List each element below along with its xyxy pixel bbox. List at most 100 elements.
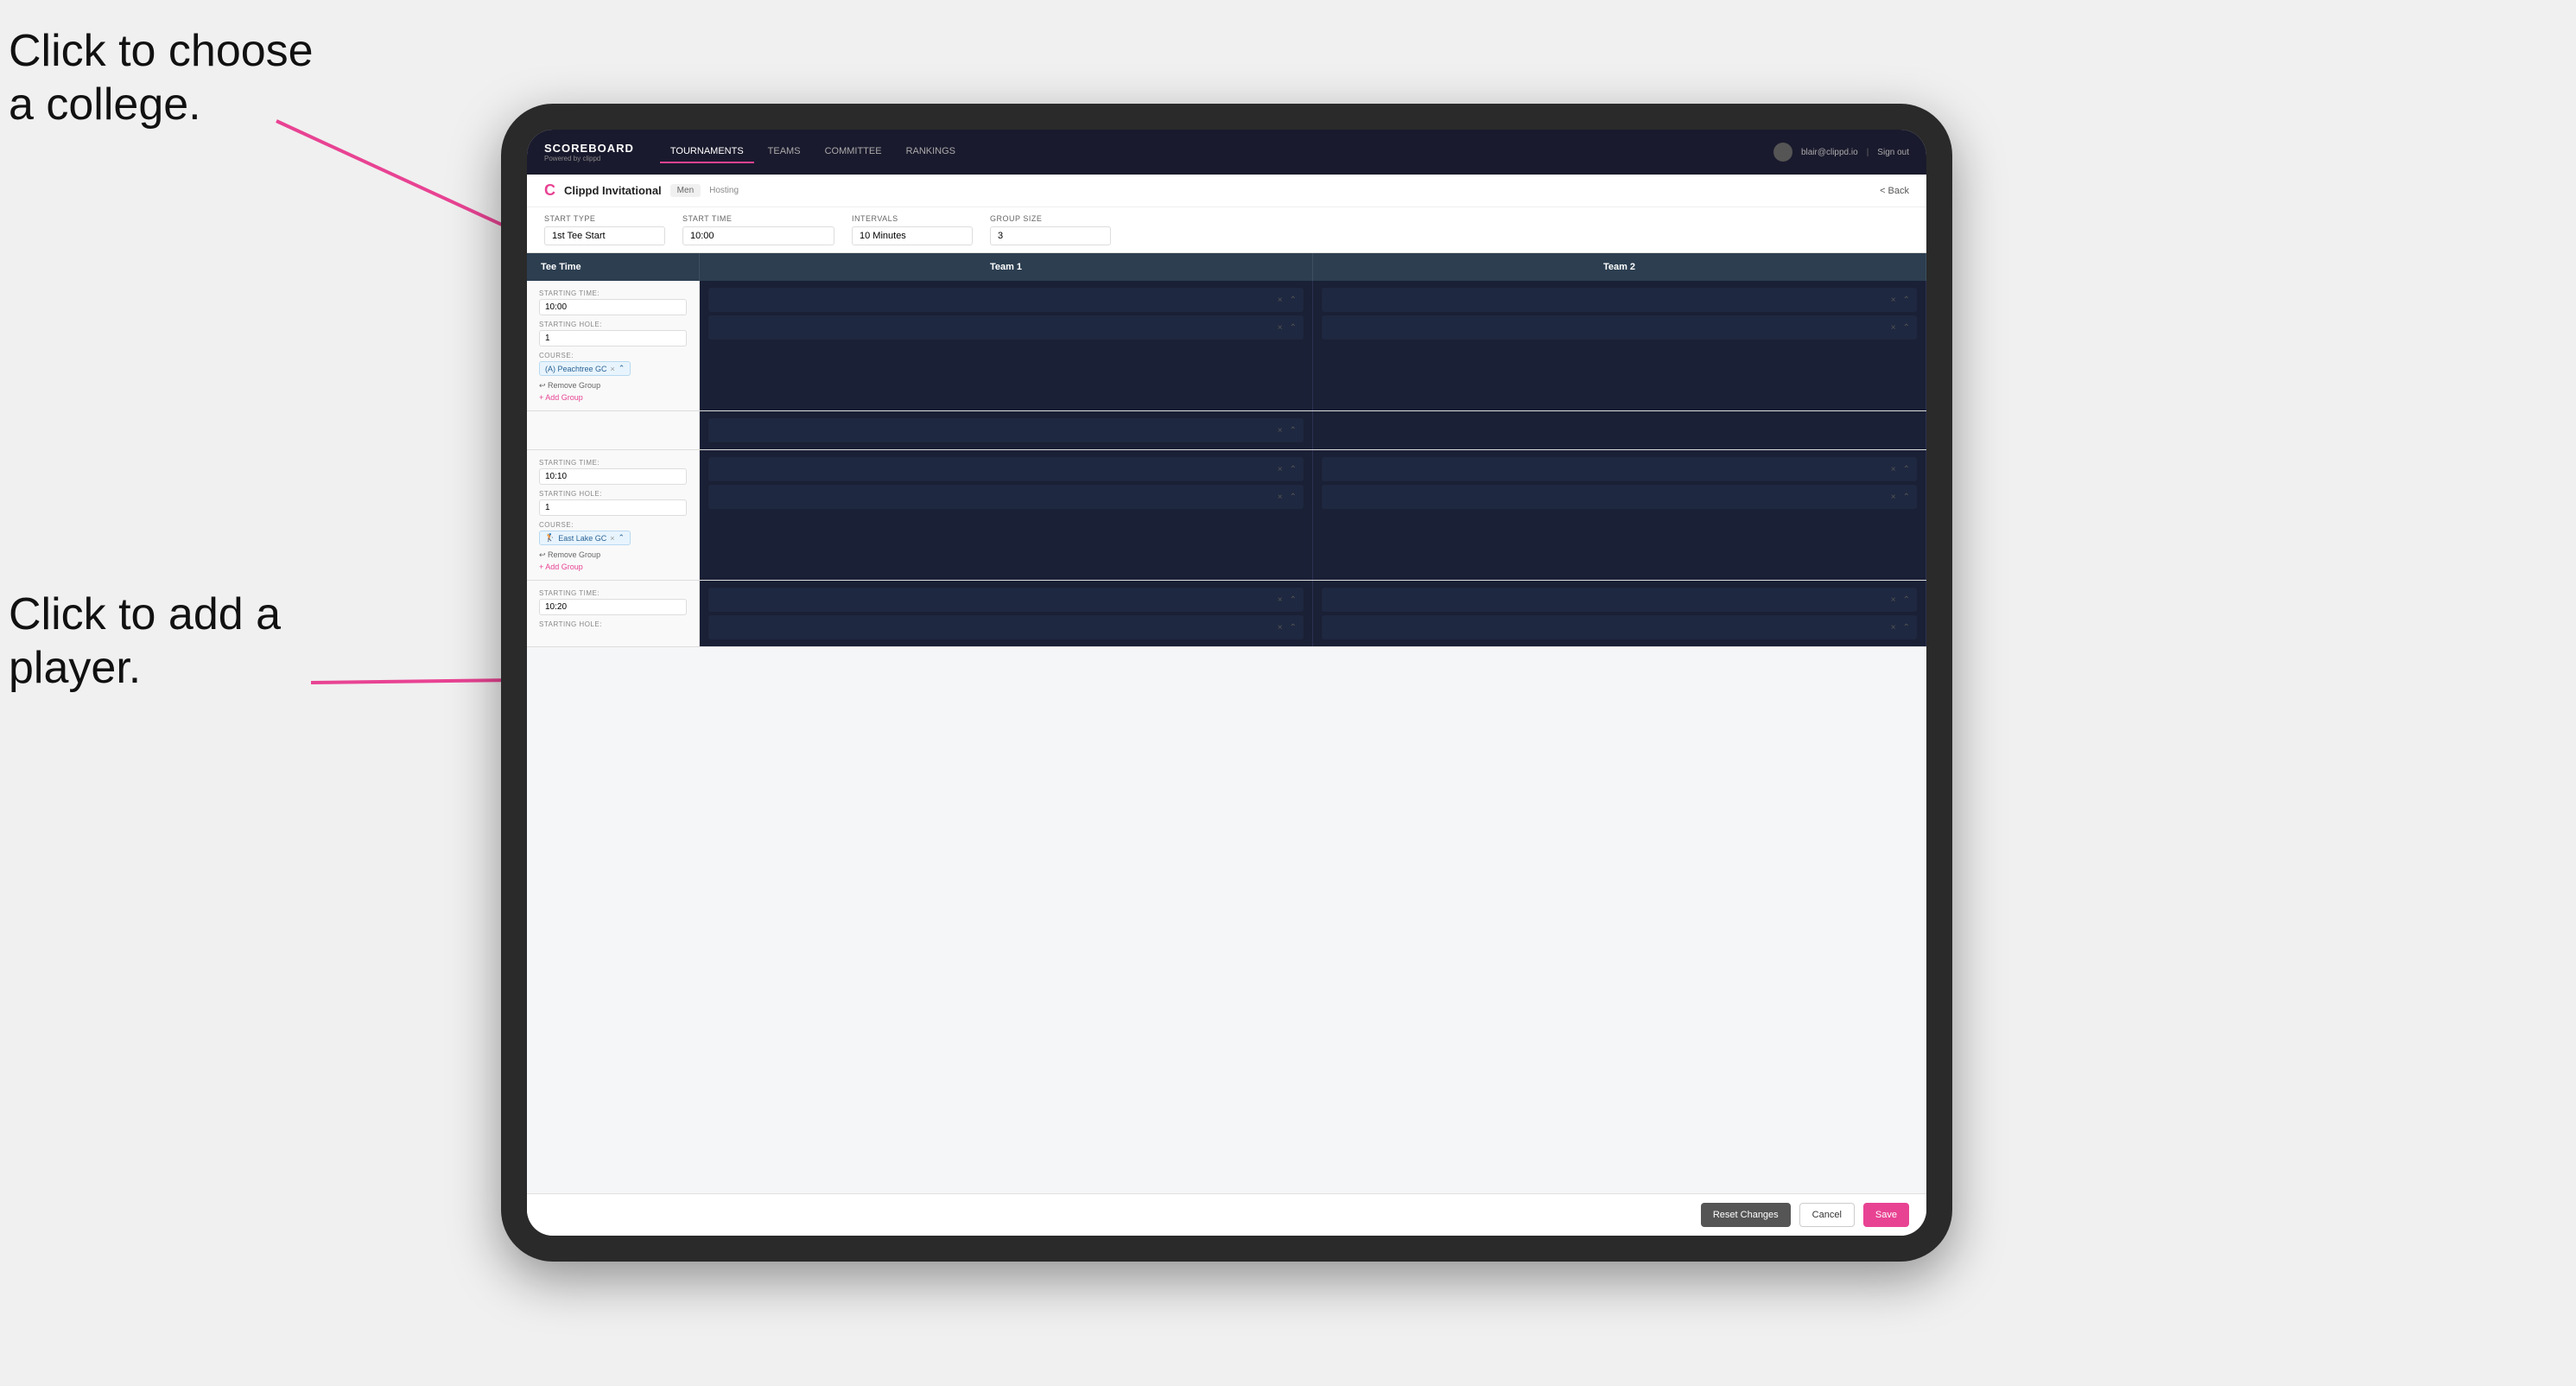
player-slot-g3-x-2-2[interactable]: × <box>1889 623 1898 633</box>
start-type-select[interactable]: 1st Tee Start <box>544 226 665 245</box>
player-slot-g2-2-2[interactable]: × ⌃ <box>1322 485 1917 509</box>
player-slot-g2-x-1-2[interactable]: × <box>1276 493 1285 502</box>
user-email: blair@clippd.io <box>1801 148 1858 157</box>
player-slot-g3-1-1[interactable]: × ⌃ <box>708 588 1304 612</box>
course-name-1: (A) Peachtree GC <box>545 365 607 373</box>
player-slot-x-2-1[interactable]: × <box>1889 296 1898 305</box>
nav-link-rankings[interactable]: RANKINGS <box>896 141 966 163</box>
player-slot-arrow-1-1[interactable]: ⌃ <box>1288 296 1298 305</box>
group-size-group: Group Size 3 <box>990 214 1111 245</box>
nav-right: blair@clippd.io | Sign out <box>1773 143 1909 162</box>
intervals-select[interactable]: 10 Minutes <box>852 226 973 245</box>
player-slot-g3-1-2[interactable]: × ⌃ <box>708 615 1304 639</box>
save-button[interactable]: Save <box>1863 1203 1909 1227</box>
player-slot-g2-2-1[interactable]: × ⌃ <box>1322 457 1917 481</box>
course-arrow-2[interactable]: ⌃ <box>619 533 625 543</box>
starting-time-label-2: STARTING TIME: <box>539 459 687 467</box>
course-label-1: COURSE: <box>539 352 687 359</box>
footer-bar: Reset Changes Cancel Save <box>527 1193 1926 1236</box>
th-tee-time: Tee Time <box>527 253 700 281</box>
group-course-field-2: COURSE: 🏌 East Lake GC × ⌃ <box>539 521 687 545</box>
starting-time-input-1[interactable] <box>539 299 687 315</box>
starting-time-input-3[interactable] <box>539 599 687 615</box>
remove-group-btn-2[interactable]: ↩ Remove Group <box>539 550 687 560</box>
group-starting-time-field-3: STARTING TIME: <box>539 589 687 615</box>
group-row: STARTING TIME: STARTING HOLE: COURSE: (A… <box>527 281 1926 411</box>
group-left-2: STARTING TIME: STARTING HOLE: COURSE: 🏌 … <box>527 450 700 580</box>
player-slot-g2-arrow-1-1[interactable]: ⌃ <box>1288 465 1298 474</box>
group-size-select[interactable]: 3 <box>990 226 1111 245</box>
nav-link-committee[interactable]: COMMITTEE <box>815 141 892 163</box>
player-slot-g2-arrow-1-2[interactable]: ⌃ <box>1288 493 1298 502</box>
starting-hole-label-2: STARTING HOLE: <box>539 490 687 498</box>
group-starting-hole-field-1: STARTING HOLE: <box>539 321 687 346</box>
sign-out-link[interactable]: Sign out <box>1877 148 1909 157</box>
course-remove-2[interactable]: × <box>610 534 614 543</box>
start-time-label: Start Time <box>682 214 834 223</box>
starting-hole-input-1[interactable] <box>539 330 687 346</box>
group-course-field-1: COURSE: (A) Peachtree GC × ⌃ <box>539 352 687 376</box>
player-slot-1-2[interactable]: × ⌃ <box>708 315 1304 340</box>
player-slot-g2-x-2-2[interactable]: × <box>1889 493 1898 502</box>
player-slot-g2-x-1-1[interactable]: × <box>1276 465 1285 474</box>
cancel-button[interactable]: Cancel <box>1799 1203 1855 1227</box>
player-slot-arrow-2-2[interactable]: ⌃ <box>1901 323 1912 333</box>
course-player-1-1[interactable]: × ⌃ <box>708 418 1304 442</box>
player-slot-g3-arrow-1-1[interactable]: ⌃ <box>1288 595 1298 605</box>
start-time-input[interactable] <box>682 226 834 245</box>
course-tag-2[interactable]: 🏌 East Lake GC × ⌃ <box>539 531 631 545</box>
controls-row: Start Type 1st Tee Start Start Time Inte… <box>527 207 1926 253</box>
course-x-1[interactable]: × <box>1276 426 1285 436</box>
th-team1: Team 1 <box>700 253 1313 281</box>
brand-title: SCOREBOARD <box>544 142 634 155</box>
add-group-btn-2[interactable]: + Add Group <box>539 563 687 571</box>
sub-header: C Clippd Invitational Men Hosting < Back <box>527 175 1926 207</box>
course-arrow-1[interactable]: ⌃ <box>1288 426 1298 436</box>
starting-time-input-2[interactable] <box>539 468 687 485</box>
player-slot-g2-1-1[interactable]: × ⌃ <box>708 457 1304 481</box>
group-left-1: STARTING TIME: STARTING HOLE: COURSE: (A… <box>527 281 700 410</box>
player-slot-g3-arrow-1-2[interactable]: ⌃ <box>1288 623 1298 633</box>
player-slot-x-1-1[interactable]: × <box>1276 296 1285 305</box>
main-content[interactable]: STARTING TIME: STARTING HOLE: COURSE: (A… <box>527 281 1926 1193</box>
starting-time-label-3: STARTING TIME: <box>539 589 687 597</box>
reset-changes-button[interactable]: Reset Changes <box>1701 1203 1791 1227</box>
player-slot-g3-arrow-2-2[interactable]: ⌃ <box>1901 623 1912 633</box>
player-slot-g3-2-2[interactable]: × ⌃ <box>1322 615 1917 639</box>
course-remove-1[interactable]: × <box>611 365 615 373</box>
add-group-btn-1[interactable]: + Add Group <box>539 393 687 402</box>
player-slot-g2-arrow-2-1[interactable]: ⌃ <box>1901 465 1912 474</box>
team2-cell-2: × ⌃ × ⌃ <box>1313 450 1926 580</box>
group-row-2: STARTING TIME: STARTING HOLE: COURSE: 🏌 … <box>527 450 1926 581</box>
player-slot-x-1-2[interactable]: × <box>1276 323 1285 333</box>
team2-cell-1: × ⌃ × ⌃ <box>1313 281 1926 410</box>
player-slot-g3-x-1-2[interactable]: × <box>1276 623 1285 633</box>
player-slot-g2-x-2-1[interactable]: × <box>1889 465 1898 474</box>
player-slot-g2-arrow-2-2[interactable]: ⌃ <box>1901 493 1912 502</box>
course-tag-1[interactable]: (A) Peachtree GC × ⌃ <box>539 361 631 376</box>
group-starting-hole-field-3: STARTING HOLE: <box>539 620 687 628</box>
player-slot-g3-x-2-1[interactable]: × <box>1889 595 1898 605</box>
player-slot-g3-2-1[interactable]: × ⌃ <box>1322 588 1917 612</box>
player-slot-arrow-1-2[interactable]: ⌃ <box>1288 323 1298 333</box>
player-slot-g2-1-2[interactable]: × ⌃ <box>708 485 1304 509</box>
course-arrow-1[interactable]: ⌃ <box>619 364 625 373</box>
user-avatar <box>1773 143 1792 162</box>
player-slot-g3-x-1-1[interactable]: × <box>1276 595 1285 605</box>
player-slot-2-1[interactable]: × ⌃ <box>1322 288 1917 312</box>
nav-link-teams[interactable]: TEAMS <box>758 141 811 163</box>
player-slot-x-2-2[interactable]: × <box>1889 323 1898 333</box>
player-slot-g3-arrow-2-1[interactable]: ⌃ <box>1901 595 1912 605</box>
player-slot-2-2[interactable]: × ⌃ <box>1322 315 1917 340</box>
remove-group-btn-1[interactable]: ↩ Remove Group <box>539 381 687 391</box>
nav-link-tournaments[interactable]: TOURNAMENTS <box>660 141 754 163</box>
tournament-title: Clippd Invitational <box>564 184 662 197</box>
team1-cell-3: × ⌃ × ⌃ <box>700 581 1313 646</box>
player-slot-arrow-2-1[interactable]: ⌃ <box>1901 296 1912 305</box>
starting-hole-input-2[interactable] <box>539 499 687 516</box>
player-slot-1-1[interactable]: × ⌃ <box>708 288 1304 312</box>
back-button[interactable]: < Back <box>1880 186 1909 196</box>
course-team2-1 <box>1313 411 1926 449</box>
brand-sub: Powered by clippd <box>544 155 634 162</box>
intervals-group: Intervals 10 Minutes <box>852 214 973 245</box>
